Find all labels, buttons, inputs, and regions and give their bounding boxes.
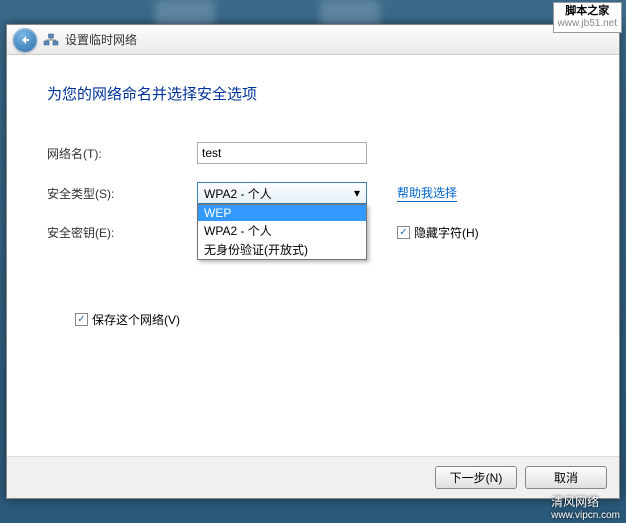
security-type-selected: WPA2 - 个人 bbox=[204, 185, 272, 202]
save-network-checkbox[interactable]: ✓ bbox=[75, 313, 88, 326]
content-area: 为您的网络命名并选择安全选项 网络名(T): 安全类型(S): WPA2 - 个… bbox=[7, 55, 619, 456]
row-security-type: 安全类型(S): WPA2 - 个人 ▾ WEP WPA2 - 个人 无身份验证… bbox=[47, 182, 579, 204]
window-title: 设置临时网络 bbox=[65, 31, 137, 48]
chevron-down-icon: ▾ bbox=[350, 186, 364, 200]
network-name-label: 网络名(T): bbox=[47, 145, 197, 162]
hide-chars-label: 隐藏字符(H) bbox=[414, 224, 479, 241]
titlebar: 设置临时网络 bbox=[7, 25, 619, 55]
footer: 下一步(N) 取消 bbox=[7, 456, 619, 498]
dropdown-option-wep[interactable]: WEP bbox=[198, 205, 366, 221]
cancel-button[interactable]: 取消 bbox=[525, 466, 607, 489]
watermark-bottom-right: 清风网络 www.vipcn.com bbox=[551, 493, 620, 521]
security-type-dropdown[interactable]: WPA2 - 个人 ▾ bbox=[197, 182, 367, 204]
hide-chars-checkbox[interactable]: ✓ bbox=[397, 226, 410, 239]
row-network-name: 网络名(T): bbox=[47, 142, 579, 164]
network-name-input[interactable] bbox=[197, 142, 367, 164]
security-key-label: 安全密钥(E): bbox=[47, 224, 197, 241]
help-link[interactable]: 帮助我选择 bbox=[397, 184, 457, 202]
back-button[interactable] bbox=[13, 28, 37, 52]
row-save-network: ✓ 保存这个网络(V) bbox=[75, 311, 579, 328]
watermark-top-right: 脚本之家 www.jb51.net bbox=[553, 2, 622, 33]
wizard-window: 设置临时网络 为您的网络命名并选择安全选项 网络名(T): 安全类型(S): W… bbox=[6, 24, 620, 499]
next-button[interactable]: 下一步(N) bbox=[435, 466, 517, 489]
network-icon bbox=[43, 33, 59, 47]
save-network-label: 保存这个网络(V) bbox=[92, 311, 180, 328]
dropdown-option-wpa2[interactable]: WPA2 - 个人 bbox=[198, 221, 366, 240]
hide-chars-wrap: ✓ 隐藏字符(H) bbox=[397, 224, 479, 241]
security-type-label: 安全类型(S): bbox=[47, 185, 197, 202]
arrow-left-icon bbox=[19, 34, 31, 46]
page-heading: 为您的网络命名并选择安全选项 bbox=[47, 83, 579, 104]
security-type-dropdown-list: WEP WPA2 - 个人 无身份验证(开放式) bbox=[197, 204, 367, 260]
dropdown-option-open[interactable]: 无身份验证(开放式) bbox=[198, 240, 366, 259]
